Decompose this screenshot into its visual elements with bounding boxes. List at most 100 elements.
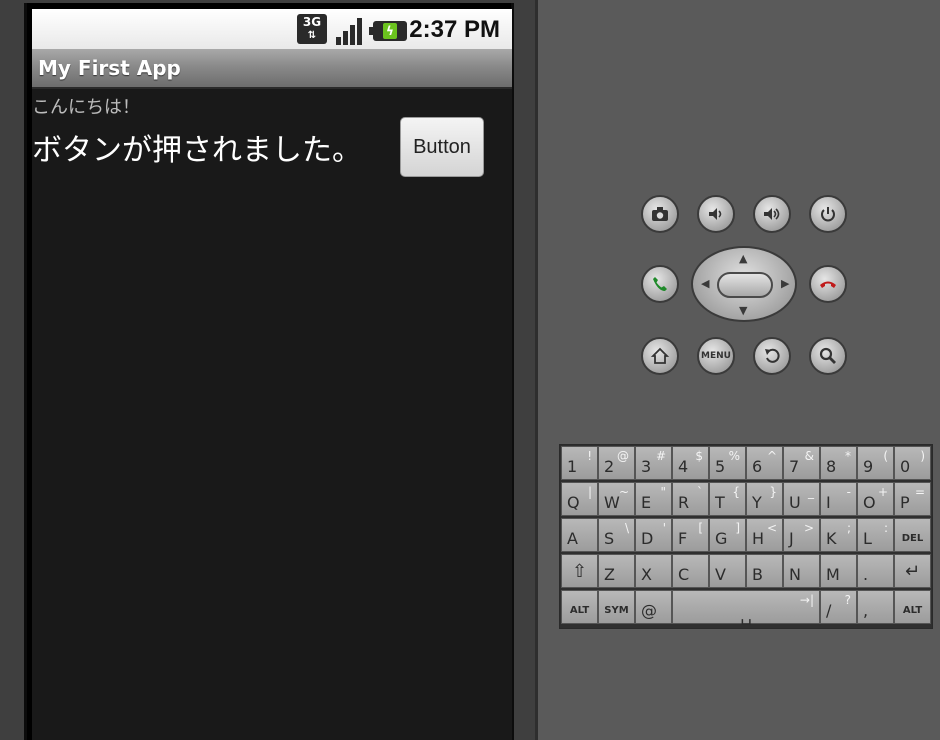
menu-button[interactable]: MENU	[697, 337, 735, 375]
home-button[interactable]	[641, 337, 679, 375]
key-o[interactable]: O +	[857, 482, 894, 516]
hardware-keyboard: 1! 2 @3 #4 $5% 6 ^ 7 & 8 * 9(0) Q | W ~ E " R ` T{Y} U _ I - O + P =…	[559, 444, 933, 629]
key-0[interactable]: 0)	[894, 446, 931, 480]
key-label: V	[715, 565, 726, 584]
key-alt-label: %	[728, 449, 740, 463]
key-c[interactable]: C	[672, 554, 709, 588]
key-5[interactable]: 5%	[709, 446, 746, 480]
key-s[interactable]: S \	[598, 518, 635, 552]
key-n[interactable]: N	[783, 554, 820, 588]
back-button[interactable]	[753, 337, 791, 375]
app-title: My First App	[38, 56, 181, 80]
key-delete[interactable]: DEL	[894, 518, 931, 552]
key-label: SYM	[604, 605, 629, 616]
dpad-center-button[interactable]	[717, 272, 773, 298]
status-bar: 3G ⇅ ϟ 2:37 PM	[32, 9, 512, 49]
key-label: F	[678, 529, 688, 548]
key-9[interactable]: 9(	[857, 446, 894, 480]
key-shift[interactable]: ⇧	[561, 554, 598, 588]
key-p[interactable]: P =	[894, 482, 931, 516]
key-label: W	[604, 493, 620, 512]
key-alt-label: *	[845, 449, 851, 463]
emulator-controls-panel	[538, 0, 940, 740]
button-pressed-message: ボタンが押されました。	[32, 133, 362, 168]
key-m[interactable]: M	[820, 554, 857, 588]
key-alt-label: |	[587, 485, 592, 499]
key-alt-label: &	[804, 449, 814, 463]
key-label: 2	[604, 457, 615, 476]
key-j[interactable]: J >	[783, 518, 820, 552]
key-enter[interactable]: ↵	[894, 554, 931, 588]
key-r[interactable]: R `	[672, 482, 709, 516]
key-u[interactable]: U _	[783, 482, 820, 516]
volume-up-button[interactable]	[753, 195, 791, 233]
key-label: Q	[567, 493, 580, 512]
key-6[interactable]: 6 ^	[746, 446, 783, 480]
key-e[interactable]: E "	[635, 482, 672, 516]
key-w[interactable]: W ~	[598, 482, 635, 516]
key-period[interactable]: .	[857, 554, 894, 588]
key-alt-label: <	[766, 521, 777, 535]
key-label: T	[715, 493, 725, 512]
dpad-up-arrow-icon[interactable]: ▲	[739, 252, 747, 265]
key-alt-label: {	[732, 485, 740, 499]
dpad-left-arrow-icon[interactable]: ◀	[701, 277, 709, 290]
key-2[interactable]: 2 @	[598, 446, 635, 480]
search-icon	[819, 347, 836, 364]
dpad-down-arrow-icon[interactable]: ▼	[739, 304, 747, 317]
key-label: 4	[678, 457, 689, 476]
key-space[interactable]: ␣ →|	[672, 590, 820, 626]
key-label: 0	[900, 457, 911, 476]
key-alt-label: →|	[799, 593, 814, 607]
key-7[interactable]: 7 &	[783, 446, 820, 480]
power-button[interactable]	[809, 195, 847, 233]
key-a[interactable]: A	[561, 518, 598, 552]
key-4[interactable]: 4 $	[672, 446, 709, 480]
key-label: 3	[641, 457, 652, 476]
key-alt-label: -	[846, 485, 851, 499]
key-l[interactable]: L:	[857, 518, 894, 552]
dpad[interactable]: ▲ ▼ ◀ ▶	[691, 246, 797, 322]
key-i[interactable]: I-	[820, 482, 857, 516]
key-slash[interactable]: /?	[820, 590, 857, 624]
key-alt[interactable]: ALT	[894, 590, 931, 624]
key-3[interactable]: 3 #	[635, 446, 672, 480]
key-label: 1	[567, 457, 578, 476]
key-alt-label: ]	[735, 521, 740, 535]
key-alt-label: +	[877, 485, 888, 499]
key-z[interactable]: Z	[598, 554, 635, 588]
key-alt-label: :	[883, 521, 888, 535]
key-v[interactable]: V	[709, 554, 746, 588]
key-alt[interactable]: ALT	[561, 590, 598, 624]
camera-button[interactable]	[641, 195, 679, 233]
search-button[interactable]	[809, 337, 847, 375]
key-g[interactable]: G]	[709, 518, 746, 552]
call-button[interactable]	[641, 265, 679, 303]
key-alt-label: !	[587, 449, 592, 463]
key-alt-label: ;	[846, 521, 851, 535]
key-b[interactable]: B	[746, 554, 783, 588]
key-alt-label: ?	[844, 593, 851, 607]
key-8[interactable]: 8 *	[820, 446, 857, 480]
key-q[interactable]: Q |	[561, 482, 598, 516]
key-f[interactable]: F[	[672, 518, 709, 552]
key-t[interactable]: T{	[709, 482, 746, 516]
space-icon: ␣	[740, 605, 752, 626]
key-comma[interactable]: ,	[857, 590, 894, 624]
key-x[interactable]: X	[635, 554, 672, 588]
key-sym[interactable]: SYM	[598, 590, 635, 624]
key-1[interactable]: 1!	[561, 446, 598, 480]
main-button[interactable]: Button	[400, 117, 484, 177]
key-h[interactable]: H <	[746, 518, 783, 552]
key-label: C	[678, 565, 690, 584]
key-d[interactable]: D '	[635, 518, 672, 552]
key-alt-label: ~	[618, 485, 629, 499]
key-k[interactable]: K;	[820, 518, 857, 552]
volume-down-button[interactable]	[697, 195, 735, 233]
key-at[interactable]: @	[635, 590, 672, 624]
key-y[interactable]: Y}	[746, 482, 783, 516]
end-call-button[interactable]	[809, 265, 847, 303]
key-label: N	[789, 565, 801, 584]
red-phone-icon	[820, 281, 836, 288]
dpad-right-arrow-icon[interactable]: ▶	[781, 277, 789, 290]
